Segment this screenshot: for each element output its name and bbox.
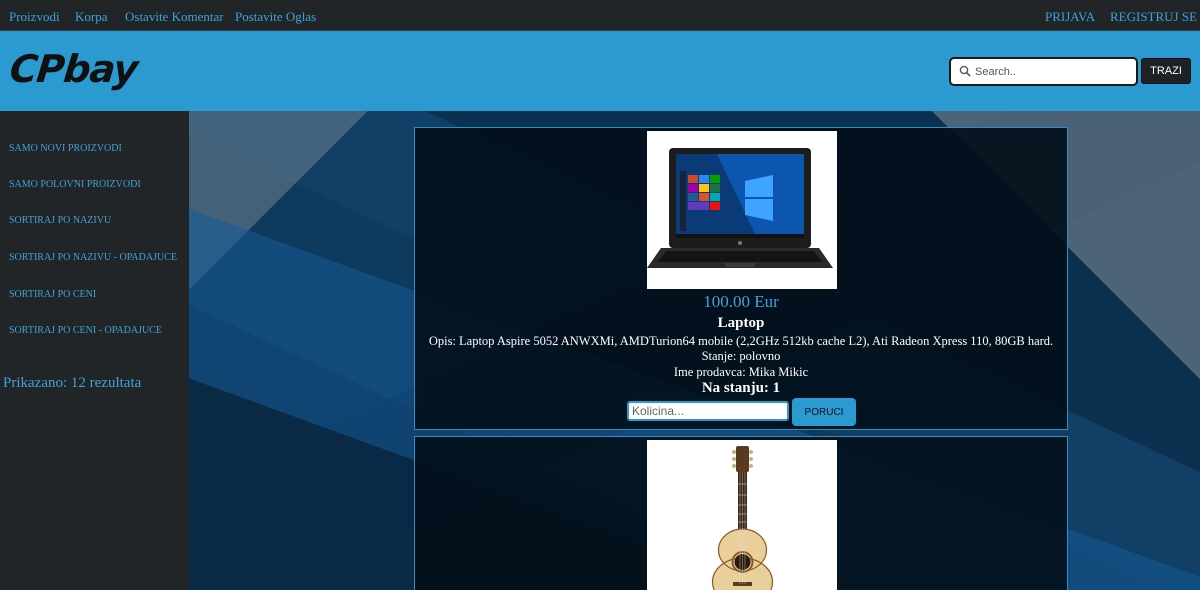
- nav-link-proizvodi[interactable]: Proizvodi: [9, 9, 60, 25]
- search-input[interactable]: [975, 62, 1130, 81]
- guitar-photo[interactable]: [647, 440, 837, 590]
- product-condition: Stanje: polovno: [701, 349, 781, 363]
- product-name: Laptop: [717, 315, 765, 331]
- search-icon: [959, 65, 971, 77]
- product-card: 100.00 Eur Laptop Opis: Laptop Aspire 50…: [414, 127, 1068, 430]
- sidebar: SAMO NOVI PROIZVODI SAMO POLOVNI PROIZVO…: [0, 111, 189, 590]
- product-price: 100.00 Eur: [703, 292, 779, 311]
- quantity-input[interactable]: [627, 401, 789, 421]
- order-button[interactable]: PORUCI: [792, 398, 856, 426]
- search-button[interactable]: TRAZI: [1141, 58, 1191, 84]
- nav-link-postavite-oglas[interactable]: Postavite Oglas: [235, 9, 316, 25]
- sidebar-item-sort-price[interactable]: SORTIRAJ PO CENI: [9, 289, 96, 300]
- nav-link-ostavite-komentar[interactable]: Ostavite Komentar: [125, 9, 224, 25]
- sidebar-item-sort-name-desc[interactable]: SORTIRAJ PO NAZIVU - OPADAJUCE: [9, 252, 177, 263]
- site-logo[interactable]: CPbay: [8, 47, 140, 91]
- search-box: [949, 57, 1138, 86]
- sidebar-item-new-only[interactable]: SAMO NOVI PROIZVODI: [9, 143, 122, 154]
- result-count: Prikazano: 12 rezultata: [3, 375, 142, 391]
- laptop-image: [647, 131, 837, 289]
- product-description: Opis: Laptop Aspire 5052 ANWXMi, AMDTuri…: [428, 334, 1054, 348]
- guitar-image: [647, 440, 837, 590]
- laptop-photo[interactable]: [647, 131, 837, 289]
- sidebar-item-sort-price-desc[interactable]: SORTIRAJ PO CENI - OPADAJUCE: [9, 325, 162, 336]
- product-seller: Ime prodavca: Mika Mikic: [673, 365, 809, 379]
- header-banner: CPbay TRAZI: [0, 31, 1200, 111]
- product-stock: Na stanju: 1: [701, 380, 781, 396]
- product-card: [414, 436, 1068, 590]
- register-link[interactable]: REGISTRUJ SE: [1110, 9, 1197, 25]
- login-link[interactable]: PRIJAVA: [1045, 9, 1095, 25]
- nav-link-korpa[interactable]: Korpa: [75, 9, 108, 25]
- top-navbar: Proizvodi Korpa Ostavite Komentar Postav…: [0, 0, 1200, 31]
- sidebar-item-sort-name[interactable]: SORTIRAJ PO NAZIVU: [9, 215, 111, 226]
- sidebar-item-used-only[interactable]: SAMO POLOVNI PROIZVODI: [9, 179, 141, 190]
